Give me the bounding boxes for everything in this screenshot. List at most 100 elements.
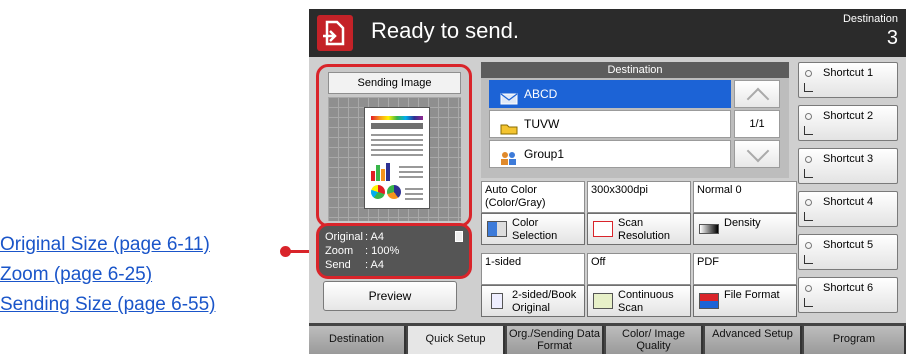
shortcut-label: Shortcut 1 xyxy=(823,67,874,79)
scan-resolution-button[interactable]: Scan Resolution xyxy=(587,213,691,245)
original-size-value: : A4 xyxy=(365,231,384,243)
original-size-label: Original xyxy=(325,231,363,243)
preview-button[interactable]: Preview xyxy=(323,281,457,311)
shortcut-5-button[interactable]: Shortcut 5 xyxy=(798,234,898,270)
document-icon xyxy=(455,231,463,242)
zoom-link[interactable]: Zoom (page 6-25) xyxy=(0,260,300,290)
send-size-label: Send xyxy=(325,259,351,271)
preview-area xyxy=(328,97,461,221)
shortcut-label: Shortcut 4 xyxy=(823,196,874,208)
tab-destination[interactable]: Destination xyxy=(309,326,406,354)
tab-quick-setup[interactable]: Quick Setup xyxy=(408,326,505,354)
header: Ready to send. Destination 3 xyxy=(309,9,906,57)
continuous-scan-key: Off Continuous Scan xyxy=(587,253,691,321)
page-indicator: 1/1 xyxy=(734,110,780,138)
file-format-key: PDF File Format xyxy=(693,253,797,321)
indicator-icon xyxy=(805,113,812,120)
destination-panel: Destination ABCD TUVW Group1 1/1 xyxy=(481,62,789,178)
continuous-scan-label: Continuous Scan xyxy=(618,289,674,314)
shortcut-icon xyxy=(804,255,813,264)
sending-image-panel: Sending Image xyxy=(316,64,472,227)
indicator-icon xyxy=(805,199,812,206)
color-selection-value: Auto Color (Color/Gray) xyxy=(481,181,585,213)
send-size-row: Send: A4 xyxy=(325,259,384,271)
color-selection-button[interactable]: Color Selection xyxy=(481,213,585,245)
color-selection-label: Color Selection xyxy=(512,217,558,242)
original-info-panel: Original: A4 Zoom: 100% Send: A4 xyxy=(316,223,472,279)
duplex-label: 2-sided/Book Original xyxy=(512,289,577,314)
shortcut-1-button[interactable]: Shortcut 1 xyxy=(798,62,898,98)
zoom-label: Zoom xyxy=(325,245,354,257)
indicator-icon xyxy=(805,70,812,77)
destination-header: Destination xyxy=(481,62,789,78)
sending-size-link[interactable]: Sending Size (page 6-55) xyxy=(0,290,300,320)
device-screen: Ready to send. Destination 3 Sending Ima… xyxy=(309,9,906,354)
shortcut-icon xyxy=(804,298,813,307)
document-thumbnail xyxy=(364,107,430,209)
callout-links: Original Size (page 6-11) Zoom (page 6-2… xyxy=(0,230,300,320)
shortcut-label: Shortcut 6 xyxy=(823,282,874,294)
tab-image-quality[interactable]: Color/ Image Quality xyxy=(606,326,703,354)
zoom-row: Zoom : 100% xyxy=(325,245,399,257)
tab-advanced-setup[interactable]: Advanced Setup xyxy=(705,326,802,354)
callout-dot xyxy=(280,246,291,257)
continuous-scan-button[interactable]: Continuous Scan xyxy=(587,285,691,317)
tab-data-format[interactable]: Org./Sending Data Format xyxy=(507,326,604,354)
tab-bar: Destination Quick Setup Org./Sending Dat… xyxy=(309,323,906,354)
density-icon xyxy=(699,224,719,234)
shortcut-label: Shortcut 5 xyxy=(823,239,874,251)
indicator-icon xyxy=(805,156,812,163)
duplex-key: 1-sided 2-sided/Book Original xyxy=(481,253,585,321)
duplex-icon xyxy=(491,293,503,309)
tab-program[interactable]: Program xyxy=(804,326,906,354)
zoom-value: : 100% xyxy=(365,245,400,257)
color-selection-key: Auto Color (Color/Gray) Color Selection xyxy=(481,181,585,249)
duplex-button[interactable]: 2-sided/Book Original xyxy=(481,285,585,317)
color-selection-icon xyxy=(487,221,507,237)
destination-item-label: ABCD xyxy=(524,87,558,101)
scroll-up-button[interactable] xyxy=(734,80,780,108)
indicator-icon xyxy=(805,242,812,249)
shortcut-label: Shortcut 2 xyxy=(823,110,874,122)
indicator-icon xyxy=(805,285,812,292)
shortcut-6-button[interactable]: Shortcut 6 xyxy=(798,277,898,313)
destination-item[interactable]: ABCD xyxy=(489,80,731,108)
send-icon xyxy=(317,15,353,51)
density-button[interactable]: Density xyxy=(693,213,797,245)
file-format-label: File Format xyxy=(724,289,780,301)
scan-resolution-label: Scan Resolution xyxy=(618,217,670,242)
envelope-icon xyxy=(500,88,518,105)
file-format-value: PDF xyxy=(693,253,797,285)
continuous-scan-value: Off xyxy=(587,253,691,285)
dpi-icon xyxy=(593,221,613,237)
shortcut-icon xyxy=(804,169,813,178)
scan-resolution-key: 300x300dpi Scan Resolution xyxy=(587,181,691,249)
density-key: Normal 0 Density xyxy=(693,181,797,249)
shortcut-icon xyxy=(804,126,813,135)
destination-item-label: Group1 xyxy=(524,147,565,161)
file-format-icon xyxy=(699,293,719,309)
shortcut-icon xyxy=(804,83,813,92)
duplex-value: 1-sided xyxy=(481,253,585,285)
density-label: Density xyxy=(724,217,761,229)
shortcut-icon xyxy=(804,212,813,221)
shortcut-3-button[interactable]: Shortcut 3 xyxy=(798,148,898,184)
shortcut-label: Shortcut 3 xyxy=(823,153,874,165)
destination-count-label: Destination xyxy=(842,13,898,25)
sending-image-title: Sending Image xyxy=(328,72,461,94)
file-format-button[interactable]: File Format xyxy=(693,285,797,317)
original-size-row: Original: A4 xyxy=(325,231,384,243)
density-value: Normal 0 xyxy=(693,181,797,213)
shortcut-4-button[interactable]: Shortcut 4 xyxy=(798,191,898,227)
original-size-link[interactable]: Original Size (page 6-11) xyxy=(0,230,300,260)
scroll-down-button[interactable] xyxy=(734,140,780,168)
shortcut-2-button[interactable]: Shortcut 2 xyxy=(798,105,898,141)
folder-icon xyxy=(500,118,518,135)
destination-item-label: TUVW xyxy=(524,117,560,131)
status-title: Ready to send. xyxy=(371,18,519,43)
destination-item[interactable]: Group1 xyxy=(489,140,731,168)
destination-count: 3 xyxy=(886,27,898,49)
continuous-scan-icon xyxy=(593,293,613,309)
scan-resolution-value: 300x300dpi xyxy=(587,181,691,213)
destination-item[interactable]: TUVW xyxy=(489,110,731,138)
